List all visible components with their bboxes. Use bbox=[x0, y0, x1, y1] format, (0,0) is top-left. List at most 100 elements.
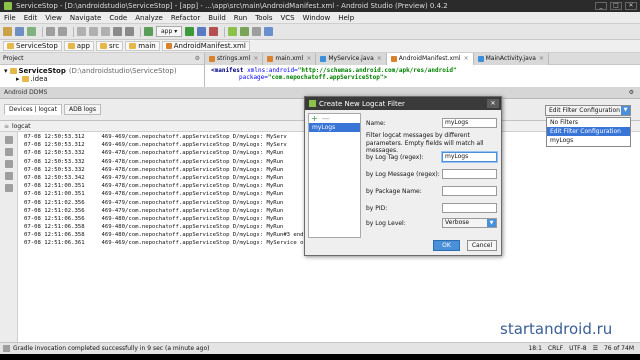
menu-code[interactable]: Code bbox=[105, 14, 131, 22]
tree-item-idea[interactable]: ▸ .idea bbox=[4, 75, 200, 83]
expand-arrow-icon[interactable]: ▾ bbox=[4, 67, 8, 75]
menu-refactor[interactable]: Refactor bbox=[167, 14, 204, 22]
tab-adb-logs[interactable]: ADB logs bbox=[63, 104, 101, 115]
filter-option-mylogs[interactable]: myLogs bbox=[547, 136, 630, 145]
name-field[interactable]: myLogs bbox=[442, 118, 497, 128]
filter-option-edit-config[interactable]: Edit Filter Configuration bbox=[547, 127, 630, 136]
cancel-button[interactable]: Cancel bbox=[467, 240, 497, 251]
save-icon[interactable] bbox=[15, 27, 24, 36]
logcat-label: logcat bbox=[12, 122, 31, 130]
menu-analyze[interactable]: Analyze bbox=[131, 14, 167, 22]
toolbar-separator bbox=[224, 26, 226, 37]
status-bar: Gradle invocation completed successfully… bbox=[0, 342, 640, 354]
code-editor[interactable]: <manifest xmlns:android="http://schemas.… bbox=[205, 65, 640, 87]
redo-icon[interactable] bbox=[58, 27, 67, 36]
sdk-manager-icon[interactable] bbox=[228, 27, 238, 36]
log-level-select[interactable]: Verbose ▼ bbox=[442, 218, 497, 228]
code-tag: <manifest bbox=[211, 67, 244, 74]
chevron-down-icon[interactable]: ▼ bbox=[621, 106, 630, 115]
restart-icon[interactable] bbox=[5, 172, 13, 180]
ok-button[interactable]: OK bbox=[433, 240, 460, 251]
scroll-to-end-icon[interactable] bbox=[5, 148, 13, 156]
menu-navigate[interactable]: Navigate bbox=[66, 14, 105, 22]
menu-run[interactable]: Run bbox=[230, 14, 251, 22]
menu-build[interactable]: Build bbox=[204, 14, 230, 22]
tag-regex-field[interactable]: myLogs bbox=[442, 152, 497, 162]
gear-icon[interactable]: ⚙ bbox=[629, 89, 634, 96]
filter-config-select[interactable]: Edit Filter Configuration ▼ bbox=[545, 105, 631, 116]
lock-icon[interactable]: ☰ bbox=[593, 345, 598, 352]
caret-position[interactable]: 18:1 bbox=[528, 345, 541, 352]
chevron-down-icon[interactable]: ▼ bbox=[487, 219, 496, 227]
breadcrumb-item-main[interactable]: main bbox=[125, 41, 160, 51]
folder-icon bbox=[99, 43, 107, 49]
tab-label: AndroidManifest.xml bbox=[398, 55, 461, 62]
menu-tools[interactable]: Tools bbox=[251, 14, 276, 22]
add-icon[interactable]: + bbox=[311, 114, 318, 123]
menu-edit[interactable]: Edit bbox=[20, 14, 42, 22]
open-folder-icon[interactable] bbox=[3, 27, 12, 36]
breadcrumb-item-app[interactable]: app bbox=[63, 41, 94, 51]
screenshot-icon[interactable] bbox=[5, 160, 13, 168]
tab-strings-xml[interactable]: strings.xml × bbox=[205, 52, 264, 65]
paste-icon[interactable] bbox=[101, 27, 110, 36]
undo-icon[interactable] bbox=[46, 27, 55, 36]
code-value: "com.nepochatoff.appServiceStop"> bbox=[267, 74, 388, 81]
close-icon[interactable]: ✕ bbox=[487, 99, 499, 108]
project-panel-title[interactable]: Project bbox=[3, 55, 24, 62]
status-icon[interactable] bbox=[3, 345, 10, 352]
remove-icon[interactable]: — bbox=[322, 114, 330, 123]
close-tab-icon[interactable]: × bbox=[377, 55, 382, 62]
breadcrumb-item-manifest[interactable]: AndroidManifest.xml bbox=[161, 41, 250, 51]
help-icon[interactable] bbox=[264, 27, 274, 36]
find-icon[interactable] bbox=[113, 27, 122, 36]
maximize-button[interactable]: □ bbox=[610, 2, 622, 10]
package-name-field[interactable] bbox=[442, 186, 497, 196]
make-project-icon[interactable] bbox=[144, 27, 153, 36]
filter-list-item[interactable]: myLogs bbox=[309, 123, 360, 132]
cut-icon[interactable] bbox=[77, 27, 86, 36]
line-separator[interactable]: CRLF bbox=[548, 345, 563, 352]
tab-myservice-java[interactable]: MyService.java × bbox=[316, 52, 387, 65]
close-tab-icon[interactable]: × bbox=[464, 55, 469, 62]
menu-view[interactable]: View bbox=[41, 14, 66, 22]
terminate-icon[interactable] bbox=[5, 184, 13, 192]
filter-option-no-filters[interactable]: No Filters bbox=[547, 118, 630, 127]
run-icon[interactable] bbox=[185, 27, 195, 36]
tab-androidmanifest-xml[interactable]: AndroidManifest.xml × bbox=[386, 52, 474, 65]
memory-indicator[interactable]: 76 of 74M bbox=[604, 345, 634, 352]
sync-icon[interactable] bbox=[27, 27, 36, 36]
replace-icon[interactable] bbox=[125, 27, 134, 36]
tab-main-xml[interactable]: main.xml × bbox=[263, 52, 317, 65]
menu-file[interactable]: File bbox=[0, 14, 20, 22]
debug-icon[interactable] bbox=[197, 27, 207, 36]
menu-bar: File Edit View Navigate Code Analyze Ref… bbox=[0, 12, 640, 24]
menu-help[interactable]: Help bbox=[334, 14, 358, 22]
log-level-value: Verbose bbox=[445, 219, 470, 226]
clear-log-icon[interactable] bbox=[5, 136, 13, 144]
close-tab-icon[interactable]: × bbox=[306, 55, 311, 62]
file-encoding[interactable]: UTF-8 bbox=[569, 345, 587, 352]
breadcrumb-item-src[interactable]: src bbox=[95, 41, 124, 51]
run-config-combo[interactable]: app ▾ bbox=[156, 26, 183, 37]
panel-settings-icon[interactable]: ⚙ bbox=[195, 55, 200, 62]
breadcrumb-item-project[interactable]: ServiceStop bbox=[3, 41, 62, 51]
dialog-title: Create New Logcat Filter bbox=[319, 99, 405, 108]
tree-item-root[interactable]: ▾ ServiceStop (D:\androidstudio\ServiceS… bbox=[4, 67, 200, 75]
settings-icon[interactable] bbox=[252, 27, 262, 36]
close-window-button[interactable]: ✕ bbox=[625, 2, 637, 10]
tab-mainactivity-java[interactable]: MainActivity.java × bbox=[473, 52, 550, 65]
close-tab-icon[interactable]: × bbox=[253, 55, 258, 62]
menu-window[interactable]: Window bbox=[299, 14, 335, 22]
stop-icon[interactable] bbox=[209, 27, 219, 36]
minimize-button[interactable]: _ bbox=[595, 2, 607, 10]
menu-vcs[interactable]: VCS bbox=[276, 14, 298, 22]
pid-field[interactable] bbox=[442, 203, 497, 213]
expand-arrow-icon[interactable]: ▸ bbox=[16, 75, 20, 83]
copy-icon[interactable] bbox=[89, 27, 98, 36]
message-label: by Log Message (regex): bbox=[366, 171, 440, 178]
tab-devices-logcat[interactable]: Devices | logcat bbox=[4, 104, 62, 115]
close-tab-icon[interactable]: × bbox=[539, 55, 544, 62]
message-regex-field[interactable] bbox=[442, 169, 497, 179]
avd-manager-icon[interactable] bbox=[240, 27, 250, 36]
